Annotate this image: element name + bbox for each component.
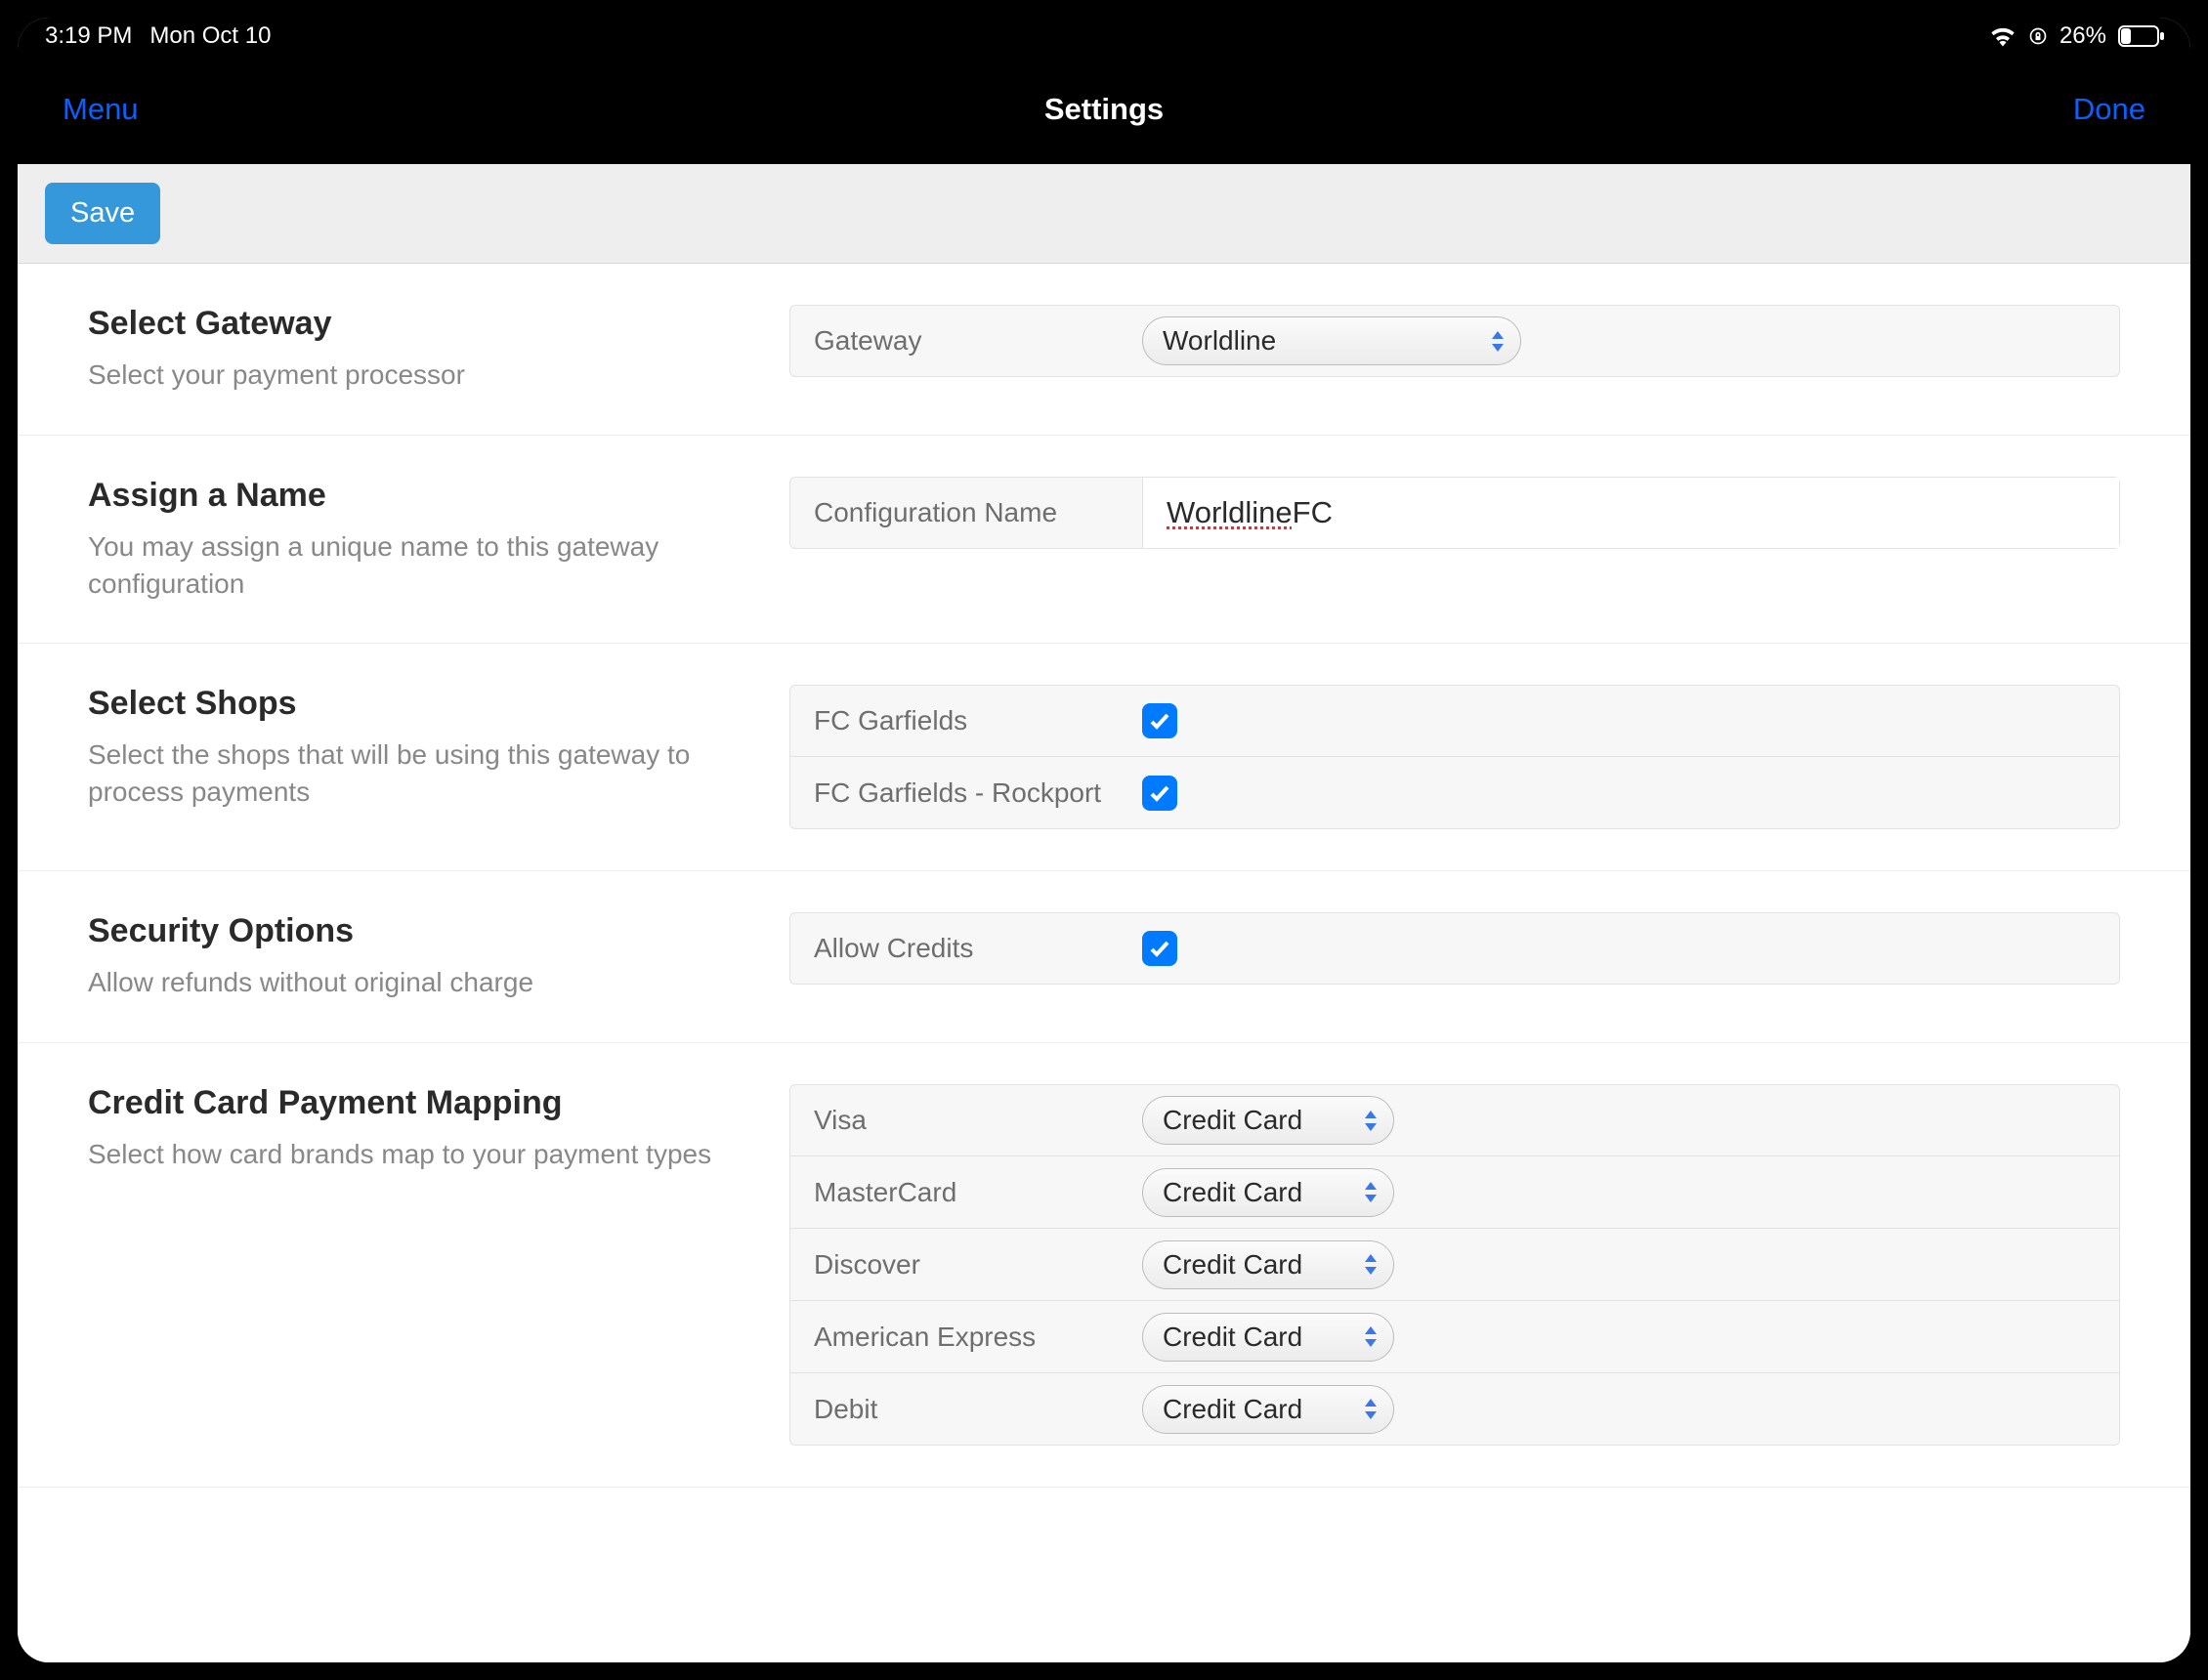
chevron-updown-icon (1489, 331, 1507, 352)
gateway-select-value: Worldline (1163, 325, 1276, 357)
section-gateway-title: Select Gateway (88, 305, 754, 343)
section-gateway-body: Gateway Worldline (789, 305, 2190, 394)
allow-credits-checkbox[interactable] (1142, 931, 1177, 966)
chevron-updown-icon (1362, 1111, 1380, 1131)
mapping-control: Credit Card (1142, 1240, 2119, 1289)
mapping-select-value: Credit Card (1163, 1394, 1302, 1425)
mapping-control: Credit Card (1142, 1096, 2119, 1145)
section-shops-header: Select Shops Select the shops that will … (18, 685, 789, 829)
done-button[interactable]: Done (2073, 92, 2145, 127)
mapping-row: Visa Credit Card (789, 1084, 2120, 1156)
mapping-select-value: Credit Card (1163, 1105, 1302, 1136)
chevron-updown-icon (1362, 1399, 1380, 1419)
section-shops-desc: Select the shops that will be using this… (88, 736, 754, 811)
mapping-select-mastercard[interactable]: Credit Card (1142, 1168, 1394, 1217)
mapping-label: Discover (790, 1249, 1142, 1281)
shop-control (1142, 703, 2119, 738)
mapping-select-value: Credit Card (1163, 1249, 1302, 1281)
section-gateway-desc: Select your payment processor (88, 357, 754, 394)
shop-checkbox[interactable] (1142, 776, 1177, 811)
battery-percent: 26% (2059, 22, 2106, 50)
section-mapping-header: Credit Card Payment Mapping Select how c… (18, 1084, 789, 1446)
shop-label: FC Garfields (790, 705, 1142, 736)
section-security-title: Security Options (88, 912, 754, 950)
mapping-row: Debit Credit Card (789, 1373, 2120, 1446)
mapping-row: MasterCard Credit Card (789, 1156, 2120, 1229)
status-date: Mon Oct 10 (149, 22, 271, 50)
battery-icon (2118, 25, 2165, 47)
gateway-row: Gateway Worldline (789, 305, 2120, 377)
section-gateway: Select Gateway Select your payment proce… (18, 264, 2190, 436)
mapping-label: Debit (790, 1394, 1142, 1425)
allow-credits-row: Allow Credits (789, 912, 2120, 985)
section-shops-body: FC Garfields FC Garfields - Rockport (789, 685, 2190, 829)
save-button[interactable]: Save (45, 183, 160, 244)
mapping-row: Discover Credit Card (789, 1229, 2120, 1301)
content-area[interactable]: Select Gateway Select your payment proce… (18, 264, 2190, 1662)
mapping-label: MasterCard (790, 1177, 1142, 1208)
mapping-label: Visa (790, 1105, 1142, 1136)
section-mapping-body: Visa Credit Card Maste (789, 1084, 2190, 1446)
chevron-updown-icon (1362, 1254, 1380, 1275)
rotation-lock-icon (2028, 26, 2048, 46)
section-shops: Select Shops Select the shops that will … (18, 644, 2190, 871)
section-mapping: Credit Card Payment Mapping Select how c… (18, 1043, 2190, 1488)
section-security-desc: Allow refunds without original charge (88, 964, 754, 1001)
config-name-row: Configuration Name Worldline FC (789, 477, 2120, 549)
config-name-label: Configuration Name (790, 497, 1142, 528)
wifi-icon (1989, 25, 2017, 47)
section-mapping-desc: Select how card brands map to your payme… (88, 1136, 754, 1173)
section-security-header: Security Options Allow refunds without o… (18, 912, 789, 1001)
section-name-desc: You may assign a unique name to this gat… (88, 528, 754, 603)
chevron-updown-icon (1362, 1326, 1380, 1347)
section-gateway-header: Select Gateway Select your payment proce… (18, 305, 789, 394)
shop-row: FC Garfields - Rockport (789, 757, 2120, 829)
section-shops-title: Select Shops (88, 685, 754, 723)
config-name-value-rest: FC (1293, 495, 1333, 530)
status-right: 26% (1989, 22, 2165, 50)
config-name-value-word: Worldline (1167, 495, 1293, 530)
gateway-control: Worldline (1142, 316, 2119, 365)
status-left: 3:19 PM Mon Oct 10 (45, 22, 271, 50)
nav-bar: Menu Settings Done (18, 55, 2190, 164)
config-name-input[interactable]: Worldline FC (1142, 478, 2119, 548)
status-bar: 3:19 PM Mon Oct 10 26% (18, 18, 2190, 55)
mapping-select-debit[interactable]: Credit Card (1142, 1385, 1394, 1434)
mapping-select-value: Credit Card (1163, 1322, 1302, 1353)
shop-label: FC Garfields - Rockport (790, 777, 1142, 809)
screen: 3:19 PM Mon Oct 10 26% Menu Settings Don… (18, 18, 2190, 1662)
toolbar: Save (18, 164, 2190, 264)
gateway-select[interactable]: Worldline (1142, 316, 1521, 365)
section-security-body: Allow Credits (789, 912, 2190, 1001)
page-title: Settings (1044, 92, 1164, 127)
allow-credits-label: Allow Credits (790, 933, 1142, 964)
mapping-control: Credit Card (1142, 1168, 2119, 1217)
chevron-updown-icon (1362, 1182, 1380, 1202)
shop-control (1142, 776, 2119, 811)
mapping-control: Credit Card (1142, 1313, 2119, 1362)
menu-button[interactable]: Menu (63, 92, 139, 127)
section-name: Assign a Name You may assign a unique na… (18, 436, 2190, 645)
mapping-select-value: Credit Card (1163, 1177, 1302, 1208)
section-name-header: Assign a Name You may assign a unique na… (18, 477, 789, 603)
gateway-label: Gateway (790, 325, 1142, 357)
mapping-select-discover[interactable]: Credit Card (1142, 1240, 1394, 1289)
shop-row: FC Garfields (789, 685, 2120, 757)
shop-checkbox[interactable] (1142, 703, 1177, 738)
section-security: Security Options Allow refunds without o… (18, 871, 2190, 1043)
mapping-row: American Express Credit Card (789, 1301, 2120, 1373)
allow-credits-control (1142, 931, 2119, 966)
section-mapping-title: Credit Card Payment Mapping (88, 1084, 754, 1122)
mapping-select-amex[interactable]: Credit Card (1142, 1313, 1394, 1362)
mapping-select-visa[interactable]: Credit Card (1142, 1096, 1394, 1145)
section-name-body: Configuration Name Worldline FC (789, 477, 2190, 603)
status-time: 3:19 PM (45, 22, 132, 50)
mapping-label: American Express (790, 1322, 1142, 1353)
mapping-control: Credit Card (1142, 1385, 2119, 1434)
device-frame: 3:19 PM Mon Oct 10 26% Menu Settings Don… (0, 0, 2208, 1680)
section-name-title: Assign a Name (88, 477, 754, 515)
